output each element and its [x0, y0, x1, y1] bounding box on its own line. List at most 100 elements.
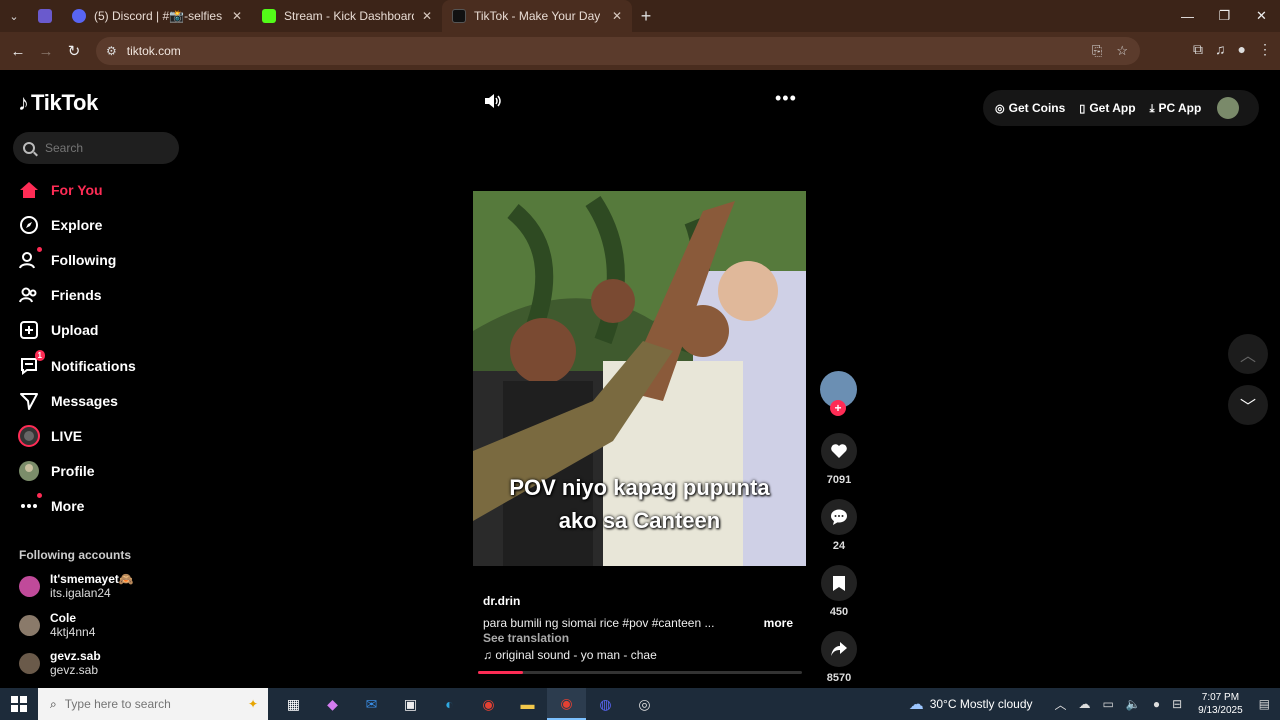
new-tab-button[interactable]: + — [632, 6, 660, 27]
user-avatar[interactable] — [1217, 97, 1240, 119]
get-app-button[interactable]: ▯ Get App — [1079, 101, 1135, 115]
feed-navigation: ︿ ﹀ — [1228, 334, 1268, 436]
sidebar-item-live[interactable]: LIVE — [18, 418, 136, 453]
share-action[interactable]: 8570 — [819, 631, 859, 684]
video-actions: + 7091 24 450 8570 — [819, 371, 859, 684]
taskbar-search[interactable]: ⌕ ✦ — [38, 688, 268, 720]
chrome-icon[interactable]: ◉ — [469, 688, 508, 720]
creator-avatar[interactable]: + — [820, 371, 857, 416]
install-app-icon[interactable]: ⎘ — [1092, 43, 1102, 59]
sidebar-item-notifications[interactable]: 1 Notifications — [18, 348, 136, 383]
sidebar-item-label: More — [51, 498, 85, 515]
tab-tiktok[interactable]: TikTok - Make Your Day ✕ — [442, 0, 632, 32]
more-icon — [18, 493, 42, 517]
following-account[interactable]: It'smemayet🙈 its.igalan24 — [19, 572, 134, 600]
search-box[interactable] — [13, 132, 179, 164]
discord-taskbar-icon[interactable]: ◍ — [586, 688, 625, 720]
edge-icon[interactable]: ◐ — [430, 688, 469, 720]
comment-icon[interactable] — [821, 499, 857, 535]
top-actions-bar: ◎ Get Coins ▯ Get App ⤓ PC App — [983, 90, 1259, 126]
following-account[interactable]: gevz.sab gevz.sab — [19, 649, 101, 677]
tab-title: (5) Discord | #📸-selfies | The C — [94, 9, 224, 23]
address-bar[interactable]: ⚙ tiktok.com ⎘ ☆ — [96, 37, 1140, 65]
share-icon[interactable] — [821, 631, 857, 667]
sidebar-item-messages[interactable]: Messages — [18, 383, 136, 418]
video-author[interactable]: dr.drin — [483, 594, 803, 608]
more-options-icon[interactable]: ••• — [775, 88, 797, 109]
taskbar-search-input[interactable] — [64, 697, 205, 711]
close-tab-icon[interactable]: ✕ — [224, 9, 242, 23]
notification-center-icon[interactable]: ▤ — [1259, 697, 1270, 711]
profile-icon[interactable]: ● — [1238, 41, 1246, 58]
comment-action[interactable]: 24 — [819, 499, 859, 552]
tiktok-icon — [452, 9, 466, 23]
follow-plus-icon[interactable]: + — [830, 400, 846, 416]
close-tab-icon[interactable]: ✕ — [414, 9, 432, 23]
file-explorer-icon[interactable]: ▬ — [508, 688, 547, 720]
see-translation-link[interactable]: See translation — [483, 631, 803, 645]
site-info-icon[interactable]: ⚙ — [106, 44, 117, 58]
download-icon: ⤓ — [1149, 102, 1155, 115]
tab-pinned[interactable] — [28, 0, 62, 32]
display-icon[interactable]: ▭ — [1103, 697, 1114, 711]
video-caption-overlay: POV niyo kapag pupunta ako sa Canteen — [473, 471, 806, 537]
onedrive-icon[interactable]: ☁ — [1079, 697, 1091, 711]
heart-icon[interactable] — [821, 433, 857, 469]
copilot-icon[interactable]: ◆ — [313, 688, 352, 720]
close-tab-icon[interactable]: ✕ — [604, 9, 622, 23]
sidebar-item-following[interactable]: Following — [18, 242, 136, 277]
sound-link[interactable]: ♫ original sound - yo man - chae — [483, 648, 803, 662]
browser-menu-icon[interactable]: ⋮ — [1258, 41, 1272, 58]
media-controls-icon[interactable]: ♫ — [1215, 41, 1226, 58]
close-window-icon[interactable]: ✕ — [1243, 0, 1280, 32]
tab-kick[interactable]: Stream - Kick Dashboard ✕ — [252, 0, 442, 32]
weather-widget[interactable]: ☁ 30°C Mostly cloudy — [909, 695, 1033, 713]
like-action[interactable]: 7091 — [819, 433, 859, 486]
next-video-button[interactable]: ﹀ — [1228, 385, 1268, 425]
get-coins-button[interactable]: ◎ Get Coins — [995, 101, 1065, 115]
clock[interactable]: 7:07 PM 9/13/2025 — [1198, 691, 1243, 717]
sidebar-item-label: Friends — [51, 287, 102, 304]
tab-discord[interactable]: (5) Discord | #📸-selfies | The C ✕ — [62, 0, 252, 32]
search-input[interactable] — [45, 141, 165, 155]
speaker-icon[interactable]: 🔈 — [1126, 697, 1141, 711]
extensions-icon[interactable]: ⧉ — [1193, 41, 1203, 58]
sidebar-item-profile[interactable]: Profile — [18, 454, 136, 489]
back-icon[interactable]: ← — [4, 43, 32, 60]
sidebar-item-explore[interactable]: Explore — [18, 207, 136, 242]
network-icon[interactable]: ⊟ — [1172, 697, 1182, 711]
kick-icon — [262, 9, 276, 23]
following-icon — [18, 246, 42, 271]
microphone-icon[interactable]: ● — [1153, 697, 1160, 711]
bookmark-star-icon[interactable]: ☆ — [1116, 43, 1128, 59]
more-button[interactable]: more — [764, 616, 793, 630]
windows-start-icon[interactable] — [0, 696, 38, 712]
task-view-icon[interactable]: ▦ — [274, 688, 313, 720]
obs-icon[interactable]: ◎ — [625, 688, 664, 720]
save-action[interactable]: 450 — [819, 565, 859, 618]
chrome-active-icon[interactable]: ◉ — [547, 688, 586, 720]
chevron-up-icon[interactable]: ︿ — [1055, 696, 1067, 713]
sidebar-item-more[interactable]: More — [18, 489, 136, 524]
bookmark-icon[interactable] — [821, 565, 857, 601]
forward-icon[interactable]: → — [32, 43, 60, 60]
messages-icon — [18, 390, 40, 412]
reload-icon[interactable]: ↻ — [60, 42, 88, 60]
pc-app-button[interactable]: ⤓ PC App — [1150, 101, 1202, 116]
minimize-icon[interactable]: — — [1169, 0, 1206, 32]
volume-icon[interactable] — [484, 93, 502, 114]
sidebar-item-for-you[interactable]: For You — [18, 172, 136, 207]
extensions-area: ⧉ ♫ ● ⋮ — [1193, 41, 1272, 58]
store-icon[interactable]: ▣ — [391, 688, 430, 720]
video-player[interactable]: POV niyo kapag pupunta ako sa Canteen — [473, 191, 806, 566]
video-progress-bar[interactable] — [478, 671, 802, 674]
tab-search-button[interactable]: ⌄ — [0, 2, 28, 30]
previous-video-button[interactable]: ︿ — [1228, 334, 1268, 374]
weather-text: 30°C Mostly cloudy — [929, 697, 1033, 711]
outlook-icon[interactable]: ✉ — [352, 688, 391, 720]
tiktok-logo[interactable]: ♪ TikTok — [18, 90, 98, 116]
sidebar-item-upload[interactable]: Upload — [18, 313, 136, 348]
restore-icon[interactable]: ❐ — [1206, 0, 1243, 32]
sidebar-item-friends[interactable]: Friends — [18, 278, 136, 313]
following-account[interactable]: Cole 4ktj4nn4 — [19, 611, 95, 639]
